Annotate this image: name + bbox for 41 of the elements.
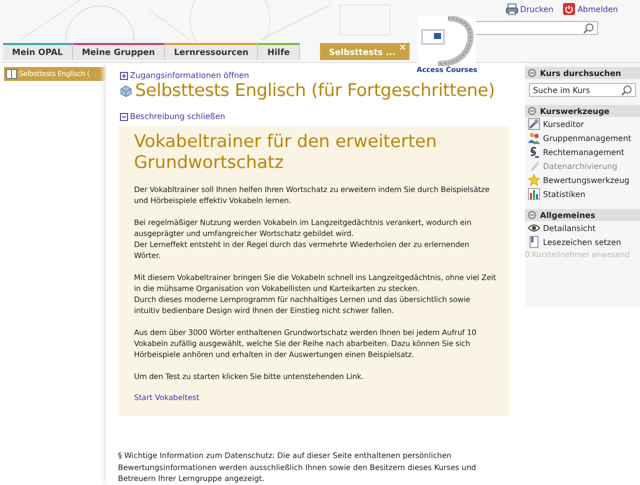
wrench-icon [528,118,540,130]
header-link[interactable]: Drucken [506,3,554,15]
sidebar-link[interactable]: Bewertungswerkzeug [525,173,640,187]
bookmark-icon [528,236,540,248]
paragraph-sign-icon [528,146,540,158]
sidebar-link[interactable]: Detailansicht [525,221,640,235]
access-info-link[interactable]: Zugangsinformationen öffnen [120,71,510,80]
minus-circle-icon [528,107,536,115]
cube-icon [120,85,132,97]
sidebar-link[interactable]: Lesezeichen setzen [525,235,640,249]
nav-tab[interactable]: Lernressourcen [164,43,258,60]
nav-tab[interactable]: Mein OPAL [3,43,73,60]
sidebar-link[interactable]: Kurseditor [525,117,640,131]
eye-icon [528,222,540,234]
minus-circle-icon [528,69,536,77]
nav-tab[interactable]: Hilfe [258,43,300,60]
nav-tab[interactable]: Meine Gruppen [72,43,165,60]
bar-chart-icon [528,188,540,200]
star-icon [528,174,540,186]
people-icon [528,132,540,144]
search-icon [621,84,632,96]
sidebar-link[interactable]: Statistiken [525,187,640,201]
search-field[interactable] [473,21,598,35]
search-icon [583,22,594,34]
sidebar-link[interactable]: Rechtemanagement [525,145,640,159]
paperclip-icon [528,160,540,172]
sidebar-link[interactable]: Gruppenmanagement [525,131,640,145]
panel-header[interactable]: Kurswerkzeuge [525,105,640,117]
course-title: Selbsttests Englisch (für Fortgeschrittene) [135,81,495,101]
header-link[interactable]: Abmelden [563,3,618,15]
search-field[interactable]: Suche im Kurs [529,83,636,97]
minus-circle-icon [528,211,536,219]
printer-icon [506,3,518,15]
panel-header[interactable]: Kurs durchsuchen [525,67,640,79]
description-heading: Vokabeltrainer für den erweiterten Grundwortschatz [134,132,438,174]
description-toggle-link[interactable]: Beschreibung schließen [120,112,510,121]
book-icon [6,69,17,79]
panel-header[interactable]: Allgemeines [525,209,640,221]
minus-box-icon [120,112,128,120]
power-icon [563,3,576,15]
plus-box-icon [120,72,128,80]
